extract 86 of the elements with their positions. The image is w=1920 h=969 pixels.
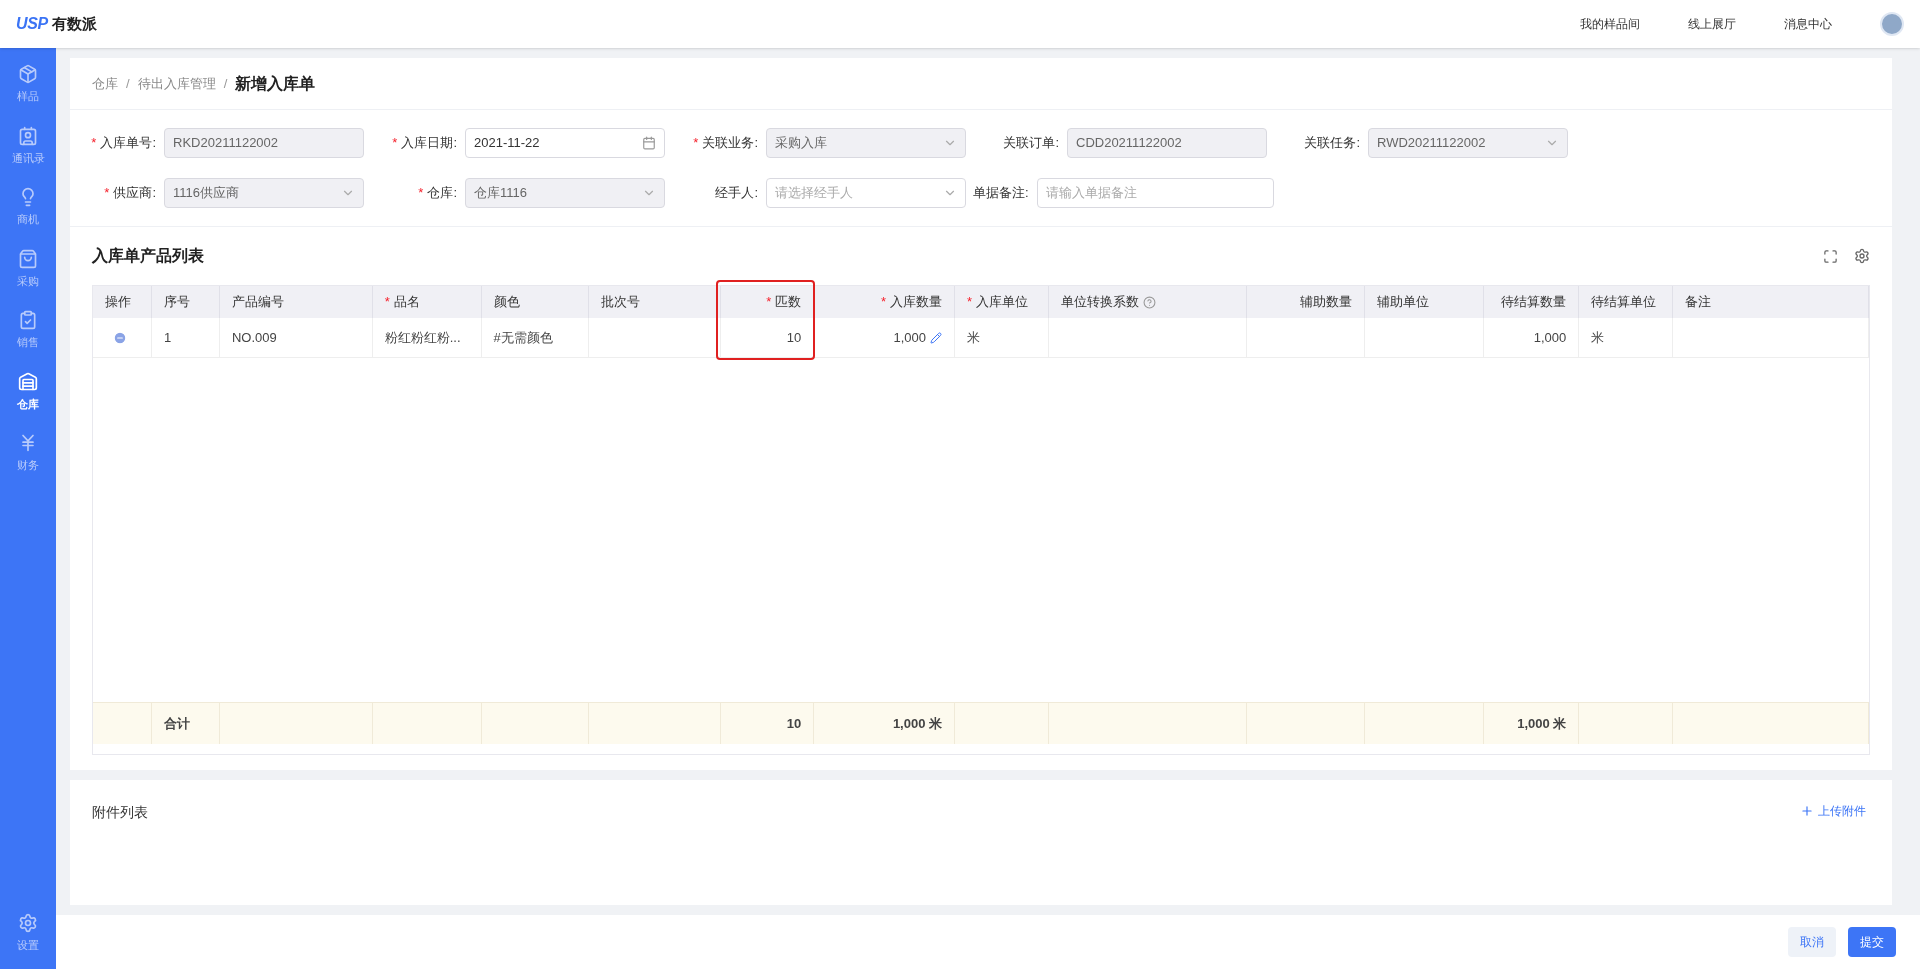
header-link[interactable]: 我的样品间 bbox=[1580, 15, 1640, 33]
column-title: 辅助数量 bbox=[1299, 293, 1352, 312]
contact-card-icon bbox=[18, 125, 38, 146]
column-title: 序号 bbox=[163, 293, 190, 312]
help-icon[interactable] bbox=[1142, 295, 1156, 309]
table-cell-text: #无需颜色 bbox=[493, 328, 553, 347]
select-field[interactable]: 请选择经手人 bbox=[766, 178, 966, 208]
table-cell-text: 米 bbox=[1591, 328, 1605, 347]
total-cell-text: 1,000 米 bbox=[1517, 714, 1567, 733]
required-mark: * bbox=[384, 293, 390, 312]
table-cell-text: NO.009 bbox=[231, 328, 277, 347]
field-label: 单据备注: bbox=[973, 184, 1029, 203]
settings-icon bbox=[18, 912, 38, 933]
breadcrumb-separator: / bbox=[126, 74, 130, 93]
field-label: 入库日期: bbox=[401, 134, 457, 153]
total-cell-text: 10 bbox=[786, 714, 802, 733]
upload-link[interactable]: 上传附件 bbox=[1800, 802, 1870, 820]
warehouse-icon bbox=[18, 371, 38, 392]
column-title: 备注 bbox=[1685, 293, 1712, 312]
package-icon bbox=[18, 64, 38, 84]
column-title: 品名 bbox=[393, 293, 420, 312]
section-title: 入库单产品列表 bbox=[92, 246, 204, 266]
input-field[interactable]: 请输入单据备注 bbox=[1036, 178, 1274, 208]
field-label: 经手人: bbox=[715, 184, 758, 203]
column-title: 操作 bbox=[105, 293, 131, 312]
column-title: 颜色 bbox=[493, 293, 520, 312]
cancel-button[interactable]: 取消 bbox=[1788, 927, 1836, 957]
breadcrumb-current: 新增入库单 bbox=[235, 73, 316, 94]
field-label: 关联任务: bbox=[1304, 134, 1360, 153]
required-mark: * bbox=[91, 134, 97, 153]
clipboard-check-icon bbox=[18, 310, 38, 330]
sidebar-item[interactable]: 设置 bbox=[0, 908, 56, 957]
field-label: 关联订单: bbox=[1003, 134, 1059, 153]
settings-icon[interactable] bbox=[1854, 248, 1870, 264]
required-mark: * bbox=[967, 293, 973, 312]
header-link[interactable]: 线上展厅 bbox=[1688, 15, 1736, 33]
required-mark: * bbox=[766, 293, 772, 312]
remove-row-icon[interactable] bbox=[113, 330, 127, 345]
sidebar-item[interactable]: 销售 bbox=[0, 306, 56, 355]
table-cell-text: 米 bbox=[967, 328, 981, 347]
required-mark: * bbox=[418, 184, 424, 203]
section-title: 附件列表 bbox=[92, 803, 148, 822]
shopping-bag-icon bbox=[18, 248, 38, 269]
fullscreen-icon[interactable] bbox=[1823, 248, 1838, 264]
calendar-icon bbox=[642, 136, 656, 150]
submit-button[interactable]: 提交 bbox=[1848, 927, 1896, 957]
total-cell-text: 1,000 米 bbox=[892, 714, 943, 733]
required-mark: * bbox=[104, 184, 110, 203]
logo-text: 有数派 bbox=[51, 13, 97, 34]
table-cell-text: 1 bbox=[163, 328, 172, 347]
plus-icon bbox=[1800, 804, 1814, 818]
column-title: 入库单位 bbox=[976, 293, 1029, 312]
avatar[interactable] bbox=[1880, 12, 1904, 36]
sidebar-item[interactable]: 仓库 bbox=[0, 367, 56, 416]
field-label: 仓库: bbox=[427, 184, 457, 203]
column-title: 单位转换系数 bbox=[1060, 293, 1139, 312]
column-title: 入库数量 bbox=[890, 293, 943, 312]
required-mark: * bbox=[392, 134, 398, 153]
breadcrumb-link[interactable]: 仓库 bbox=[92, 73, 118, 94]
table-cell-text: 1,000 bbox=[893, 328, 927, 347]
sidebar-item[interactable]: 商机 bbox=[0, 183, 56, 232]
field-label: 供应商: bbox=[113, 184, 156, 203]
table-cell-text: 10 bbox=[786, 328, 802, 347]
edit-icon[interactable] bbox=[930, 331, 943, 344]
column-title: 待结算单位 bbox=[1591, 293, 1657, 312]
sidebar-item[interactable]: 通讯录 bbox=[0, 121, 56, 170]
column-title: 产品编号 bbox=[231, 293, 284, 312]
breadcrumb-link[interactable]: 待出入库管理 bbox=[137, 73, 216, 94]
field-label: 入库单号: bbox=[100, 134, 156, 153]
column-title: 待结算数量 bbox=[1501, 293, 1567, 312]
header-link[interactable]: 消息中心 bbox=[1784, 15, 1832, 33]
sidebar-item[interactable]: 样品 bbox=[0, 60, 56, 109]
column-title: 辅助单位 bbox=[1376, 293, 1429, 312]
logo-mark: USP bbox=[16, 14, 48, 34]
total-cell-text: 合计 bbox=[163, 714, 190, 733]
required-mark: * bbox=[880, 293, 887, 312]
table-cell-text: 1,000 bbox=[1533, 328, 1567, 347]
column-title: 匹数 bbox=[775, 293, 802, 312]
required-mark: * bbox=[693, 134, 699, 153]
sidebar-item[interactable]: 采购 bbox=[0, 244, 56, 293]
table-cell-text: 粉红粉红粉... bbox=[384, 328, 461, 347]
date-field[interactable]: 2021-11-22 bbox=[465, 128, 665, 158]
field-label: 关联业务: bbox=[702, 134, 758, 153]
sidebar-item[interactable]: 财务 bbox=[0, 429, 56, 478]
breadcrumb-separator: / bbox=[223, 74, 228, 93]
column-title: 批次号 bbox=[601, 293, 641, 312]
